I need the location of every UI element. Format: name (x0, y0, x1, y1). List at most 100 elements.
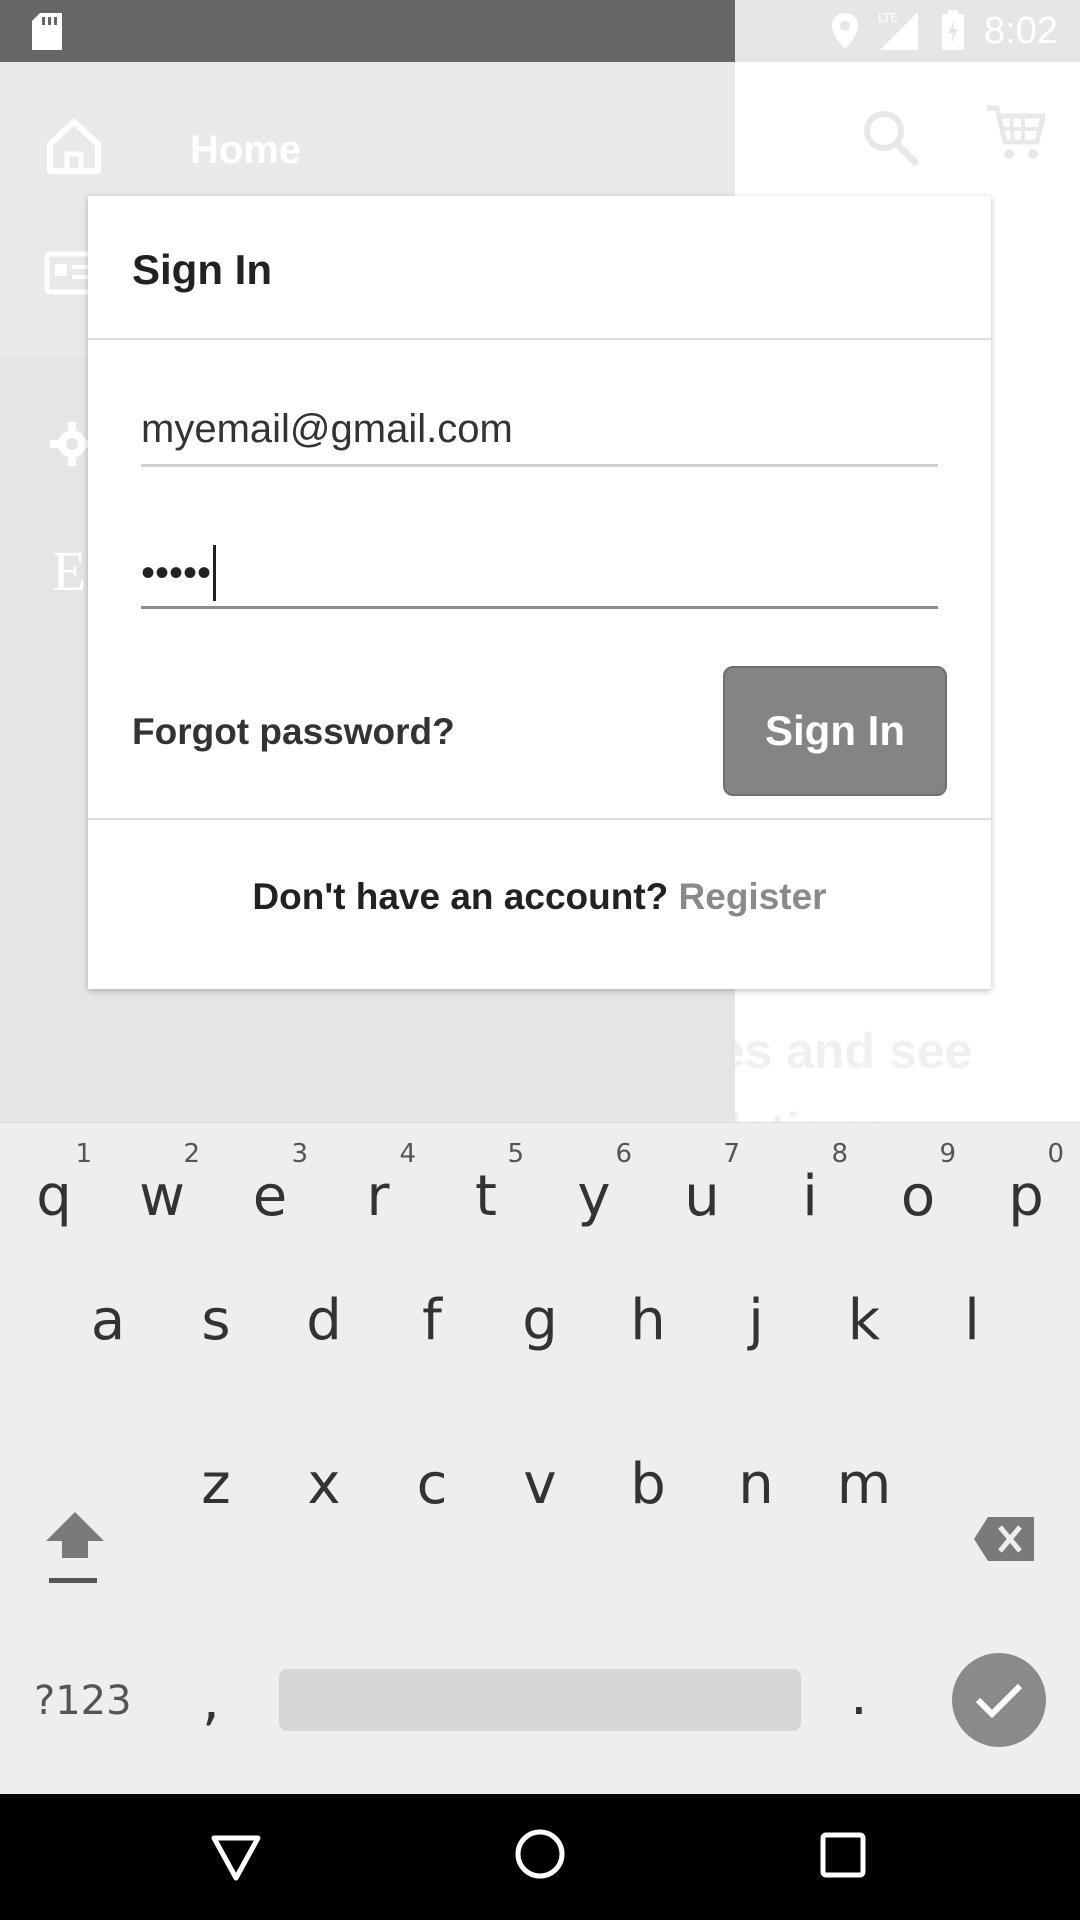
key-label: h (630, 1288, 666, 1353)
key-label: k (847, 1288, 881, 1353)
key-label: e (252, 1164, 288, 1229)
background-partial-text: tes and see (700, 1023, 973, 1079)
key-label: z (201, 1452, 231, 1517)
key-hint: 2 (183, 1139, 200, 1169)
key-z[interactable]: z (172, 1405, 260, 1525)
key-c[interactable]: c (388, 1405, 476, 1525)
backspace-icon[interactable] (972, 1515, 1036, 1563)
key-label: f (422, 1288, 442, 1353)
key-label: g (522, 1288, 558, 1353)
recents-icon[interactable] (820, 1832, 866, 1878)
key-label: c (416, 1452, 448, 1517)
register-prompt-text: Don't have an account? (252, 876, 669, 917)
drawer-partial-letter: E (52, 541, 87, 603)
symbols-key[interactable]: ?123 (34, 1678, 132, 1724)
register-prompt: Don't have an account? Register (88, 876, 991, 918)
text-cursor (213, 545, 217, 601)
network-label: LTE (878, 11, 898, 25)
key-i[interactable]: i8 (766, 1117, 854, 1237)
key-t[interactable]: t5 (442, 1117, 530, 1237)
key-label: o (900, 1164, 936, 1229)
key-y[interactable]: y6 (550, 1117, 638, 1237)
key-hint: 9 (939, 1139, 956, 1169)
key-label: p (1008, 1164, 1044, 1229)
key-label: n (738, 1452, 774, 1517)
key-x[interactable]: x (280, 1405, 368, 1525)
key-q[interactable]: q1 (10, 1117, 98, 1237)
key-hint: 0 (1047, 1139, 1064, 1169)
system-nav-bar (0, 1794, 1080, 1920)
key-label: x (307, 1452, 341, 1517)
key-label: v (523, 1452, 557, 1517)
key-label: r (366, 1164, 390, 1229)
battery-charging-icon (942, 10, 965, 50)
key-e[interactable]: e3 (226, 1117, 314, 1237)
soft-keyboard: ?123 , . q1 w2 e3 r4 t5 y6 u7 i8 o9 p0 a s d f g h j k l z x… (0, 1122, 1080, 1794)
key-label: j (748, 1288, 764, 1353)
key-label: w (139, 1164, 185, 1229)
key-hint: 6 (615, 1139, 632, 1169)
key-label: m (836, 1452, 892, 1517)
key-a[interactable]: a (64, 1241, 152, 1361)
status-bar: LTE 8:02 (0, 0, 1080, 62)
key-w[interactable]: w2 (118, 1117, 206, 1237)
key-r[interactable]: r4 (334, 1117, 422, 1237)
key-label: l (964, 1288, 980, 1353)
key-l[interactable]: l (928, 1241, 1016, 1361)
key-n[interactable]: n (712, 1405, 800, 1525)
key-hint: 8 (831, 1139, 848, 1169)
cart-icon[interactable] (985, 102, 1045, 162)
sign-in-button[interactable]: Sign In (723, 666, 947, 796)
key-k[interactable]: k (820, 1241, 908, 1361)
key-s[interactable]: s (172, 1241, 260, 1361)
password-field[interactable]: ••••• (141, 541, 938, 609)
comma-key[interactable]: , (202, 1668, 220, 1733)
key-label: d (306, 1288, 342, 1353)
drawer-item-home[interactable]: Home (190, 128, 301, 173)
key-f[interactable]: f (388, 1241, 476, 1361)
key-hint: 1 (75, 1139, 92, 1169)
shift-icon[interactable] (42, 1508, 108, 1598)
key-label: s (201, 1288, 231, 1353)
key-d[interactable]: d (280, 1241, 368, 1361)
key-label: y (577, 1164, 611, 1229)
status-bar-dark-section (0, 0, 735, 62)
home-circle-icon[interactable] (514, 1828, 566, 1880)
key-m[interactable]: m (820, 1405, 908, 1525)
period-key[interactable]: . (850, 1663, 868, 1728)
sign-in-dialog: Sign In myemail@gmail.com ••••• Forgot p… (88, 196, 991, 989)
key-o[interactable]: o9 (874, 1117, 962, 1237)
key-label: q (36, 1164, 72, 1229)
key-j[interactable]: j (712, 1241, 800, 1361)
signal-icon: LTE (878, 11, 919, 50)
key-hint: 7 (723, 1139, 740, 1169)
back-icon[interactable] (210, 1834, 262, 1882)
search-icon[interactable] (860, 107, 920, 167)
key-label: i (802, 1164, 818, 1229)
key-v[interactable]: v (496, 1405, 584, 1525)
register-link[interactable]: Register (679, 876, 827, 917)
checkmark-icon (975, 1683, 1023, 1719)
key-hint: 5 (507, 1139, 524, 1169)
key-h[interactable]: h (604, 1241, 692, 1361)
home-icon[interactable] (44, 116, 104, 176)
key-p[interactable]: p0 (982, 1117, 1070, 1237)
status-bar-right: LTE 8:02 (830, 0, 1058, 62)
status-time: 8:02 (984, 9, 1058, 52)
location-icon (832, 13, 859, 49)
dialog-title: Sign In (132, 246, 272, 293)
key-label: a (90, 1288, 126, 1353)
key-u[interactable]: u7 (658, 1117, 746, 1237)
id-card-icon[interactable] (44, 250, 94, 296)
key-b[interactable]: b (604, 1405, 692, 1525)
key-g[interactable]: g (496, 1241, 584, 1361)
key-label: u (684, 1164, 720, 1229)
key-label: t (475, 1164, 497, 1229)
forgot-password-link[interactable]: Forgot password? (132, 711, 455, 753)
space-key[interactable] (279, 1669, 801, 1731)
key-label: b (630, 1452, 666, 1517)
enter-key[interactable] (952, 1653, 1046, 1747)
email-field[interactable]: myemail@gmail.com (141, 401, 938, 467)
divider (88, 818, 991, 820)
sd-card-icon (32, 13, 62, 50)
